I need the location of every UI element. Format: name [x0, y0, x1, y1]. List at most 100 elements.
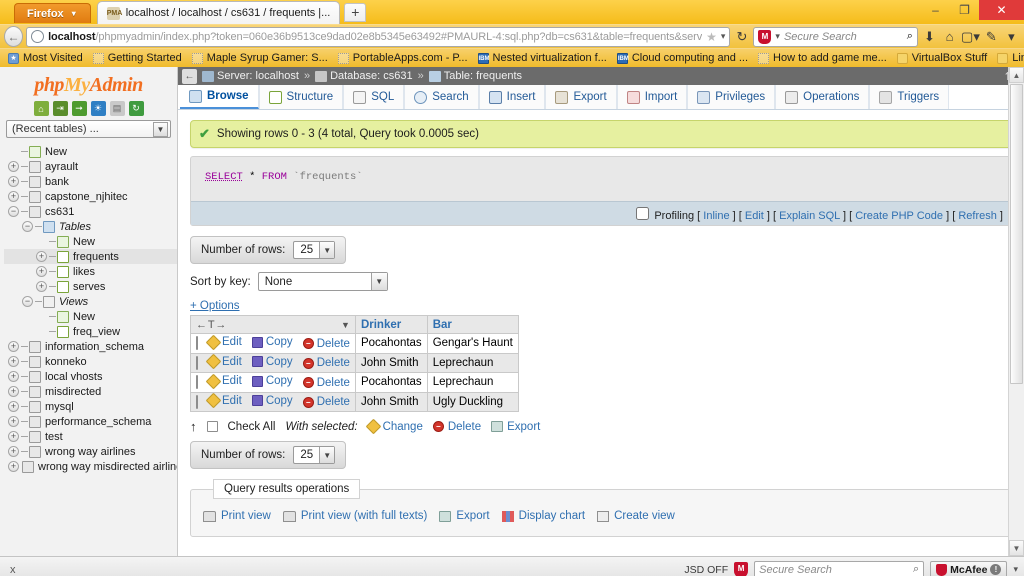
- table-row[interactable]: EditCopy−DeletePocahontasLeprechaun: [191, 373, 519, 393]
- expand-plus-icon[interactable]: +: [36, 266, 47, 277]
- sql-action-create-php-code[interactable]: Create PHP Code: [855, 210, 943, 222]
- expand-plus-icon[interactable]: +: [8, 191, 19, 202]
- cell-drinker[interactable]: John Smith: [355, 353, 427, 373]
- bookmark-item[interactable]: Getting Started: [89, 50, 186, 67]
- secure-search-input[interactable]: Secure Search ⌕: [754, 561, 924, 576]
- downloads-button[interactable]: ⬇: [921, 27, 938, 46]
- browser-search-bar[interactable]: M ▾ Secure Search ⌕: [753, 27, 917, 47]
- edit-action[interactable]: Edit: [208, 375, 242, 387]
- tree-node-new[interactable]: New: [4, 309, 177, 324]
- sql-action-edit[interactable]: Edit: [745, 210, 764, 222]
- expand-plus-icon[interactable]: +: [8, 416, 19, 427]
- bookmark-item[interactable]: ★Most Visited: [4, 50, 87, 67]
- sql-query-text[interactable]: SELECT * FROM `frequents`: [191, 157, 1011, 201]
- cell-bar[interactable]: Ugly Duckling: [427, 392, 518, 412]
- bookmark-item[interactable]: Maple Syrup Gamer: S...: [188, 50, 332, 67]
- sort-by-key-select[interactable]: None ▼: [258, 272, 388, 291]
- tree-node-new[interactable]: New: [4, 234, 177, 249]
- table-row[interactable]: EditCopy−DeleteJohn SmithLeprechaun: [191, 353, 519, 373]
- options-toggle-link[interactable]: + Options: [190, 300, 1016, 312]
- row-checkbox[interactable]: [196, 356, 198, 370]
- tree-node-local-vhosts[interactable]: +local vhosts: [4, 369, 177, 384]
- expand-plus-icon[interactable]: +: [36, 281, 47, 292]
- check-all-checkbox[interactable]: [207, 421, 218, 432]
- edit-cell[interactable]: Edit: [203, 334, 247, 354]
- expand-plus-icon[interactable]: +: [8, 461, 19, 472]
- expand-plus-icon[interactable]: +: [8, 356, 19, 367]
- tree-node-frequents[interactable]: +frequents: [4, 249, 177, 264]
- results-nav-header[interactable]: ← T → ▼: [191, 316, 356, 334]
- tree-node-ayrault[interactable]: +ayrault: [4, 159, 177, 174]
- copy-action[interactable]: Copy: [252, 375, 293, 387]
- breadcrumb-database[interactable]: Database: cs631: [315, 70, 413, 82]
- sql-action-inline[interactable]: Inline: [703, 210, 729, 222]
- tree-node-likes[interactable]: +likes: [4, 264, 177, 279]
- delete-cell[interactable]: −Delete: [298, 353, 356, 373]
- page-scrollbar[interactable]: ▲ ▼: [1008, 67, 1024, 556]
- copy-cell[interactable]: Copy: [247, 392, 298, 412]
- menu-overflow-button[interactable]: ▾: [1003, 27, 1020, 46]
- column-header-bar[interactable]: Bar: [427, 316, 518, 334]
- bookmarks-menu-button[interactable]: ▢▾: [961, 27, 980, 46]
- bookmark-item[interactable]: IBMCloud computing and ...: [613, 50, 752, 67]
- maximize-button[interactable]: ❐: [950, 0, 979, 20]
- documentation-icon[interactable]: ▤: [110, 101, 125, 116]
- breadcrumb-table[interactable]: Table: frequents: [429, 70, 522, 82]
- recent-tables-select[interactable]: (Recent tables) ... ▼: [6, 120, 171, 138]
- close-notification-icon[interactable]: x: [6, 564, 20, 576]
- expand-plus-icon[interactable]: +: [8, 176, 19, 187]
- firefox-menu-button[interactable]: Firefox ▾: [14, 3, 91, 23]
- new-tab-button[interactable]: +: [344, 3, 366, 22]
- copy-action[interactable]: Copy: [252, 395, 293, 407]
- qro-display-chart[interactable]: Display chart: [502, 510, 585, 522]
- bookmark-item[interactable]: How to add game me...: [754, 50, 891, 67]
- copy-cell[interactable]: Copy: [247, 334, 298, 354]
- expand-plus-icon[interactable]: +: [8, 386, 19, 397]
- search-magnifier-icon[interactable]: ⌕: [907, 30, 913, 43]
- chevron-down-icon[interactable]: ▾: [1013, 564, 1018, 575]
- scrollbar-thumb[interactable]: [1010, 84, 1023, 384]
- bookmark-star-icon[interactable]: ★: [706, 30, 717, 44]
- tab-export[interactable]: Export: [545, 85, 616, 109]
- edit-action[interactable]: Edit: [208, 395, 242, 407]
- copy-cell[interactable]: Copy: [247, 373, 298, 393]
- tree-node-bank[interactable]: +bank: [4, 174, 177, 189]
- docs-globe-icon[interactable]: ☀: [91, 101, 106, 116]
- tab-search[interactable]: Search: [404, 85, 478, 109]
- home-icon[interactable]: ⌂: [34, 101, 49, 116]
- qro-print-view-with-full-texts-[interactable]: Print view (with full texts): [283, 510, 428, 522]
- home-button[interactable]: ⌂: [941, 27, 958, 46]
- expand-plus-icon[interactable]: +: [8, 401, 19, 412]
- profiling-checkbox[interactable]: [636, 207, 649, 220]
- back-button[interactable]: ←: [4, 26, 23, 47]
- table-row[interactable]: Edit Copy −DeletePocahontasGengar's Haunt: [191, 334, 519, 354]
- mcafee-shield-icon[interactable]: M: [734, 562, 748, 576]
- phpmyadmin-logo[interactable]: phpMyAdmin: [0, 71, 177, 99]
- column-header-drinker[interactable]: Drinker: [355, 316, 427, 334]
- delete-cell[interactable]: −Delete: [298, 334, 356, 354]
- sql-action-refresh[interactable]: Refresh: [958, 210, 997, 222]
- cell-drinker[interactable]: Pocahontas: [355, 334, 427, 354]
- tab-privileges[interactable]: Privileges: [687, 85, 775, 109]
- number-of-rows-select[interactable]: 25 ▼: [293, 241, 335, 259]
- close-button[interactable]: ✕: [979, 0, 1024, 20]
- extensions-button[interactable]: ✎: [983, 27, 1000, 46]
- mcafee-toolbar-button[interactable]: McAfee !: [930, 561, 1007, 576]
- edit-action[interactable]: Edit: [208, 356, 242, 368]
- reload-icon[interactable]: ↻: [129, 101, 144, 116]
- chevron-down-icon[interactable]: ▾: [775, 31, 780, 42]
- expand-plus-icon[interactable]: +: [36, 251, 47, 262]
- chevron-down-icon[interactable]: ▾: [721, 31, 726, 42]
- delete-action[interactable]: −Delete: [303, 377, 350, 389]
- cell-bar[interactable]: Gengar's Haunt: [427, 334, 518, 354]
- cell-bar[interactable]: Leprechaun: [427, 373, 518, 393]
- tab-browse[interactable]: Browse: [180, 85, 259, 109]
- tab-operations[interactable]: Operations: [775, 85, 869, 109]
- copy-action[interactable]: Copy: [252, 336, 293, 348]
- qro-export[interactable]: Export: [439, 510, 489, 522]
- delete-action[interactable]: −Delete: [303, 357, 350, 369]
- scroll-down-button[interactable]: ▼: [1009, 540, 1024, 556]
- expand-plus-icon[interactable]: +: [8, 341, 19, 352]
- collapse-minus-icon[interactable]: −: [22, 296, 33, 307]
- tree-node-information-schema[interactable]: +information_schema: [4, 339, 177, 354]
